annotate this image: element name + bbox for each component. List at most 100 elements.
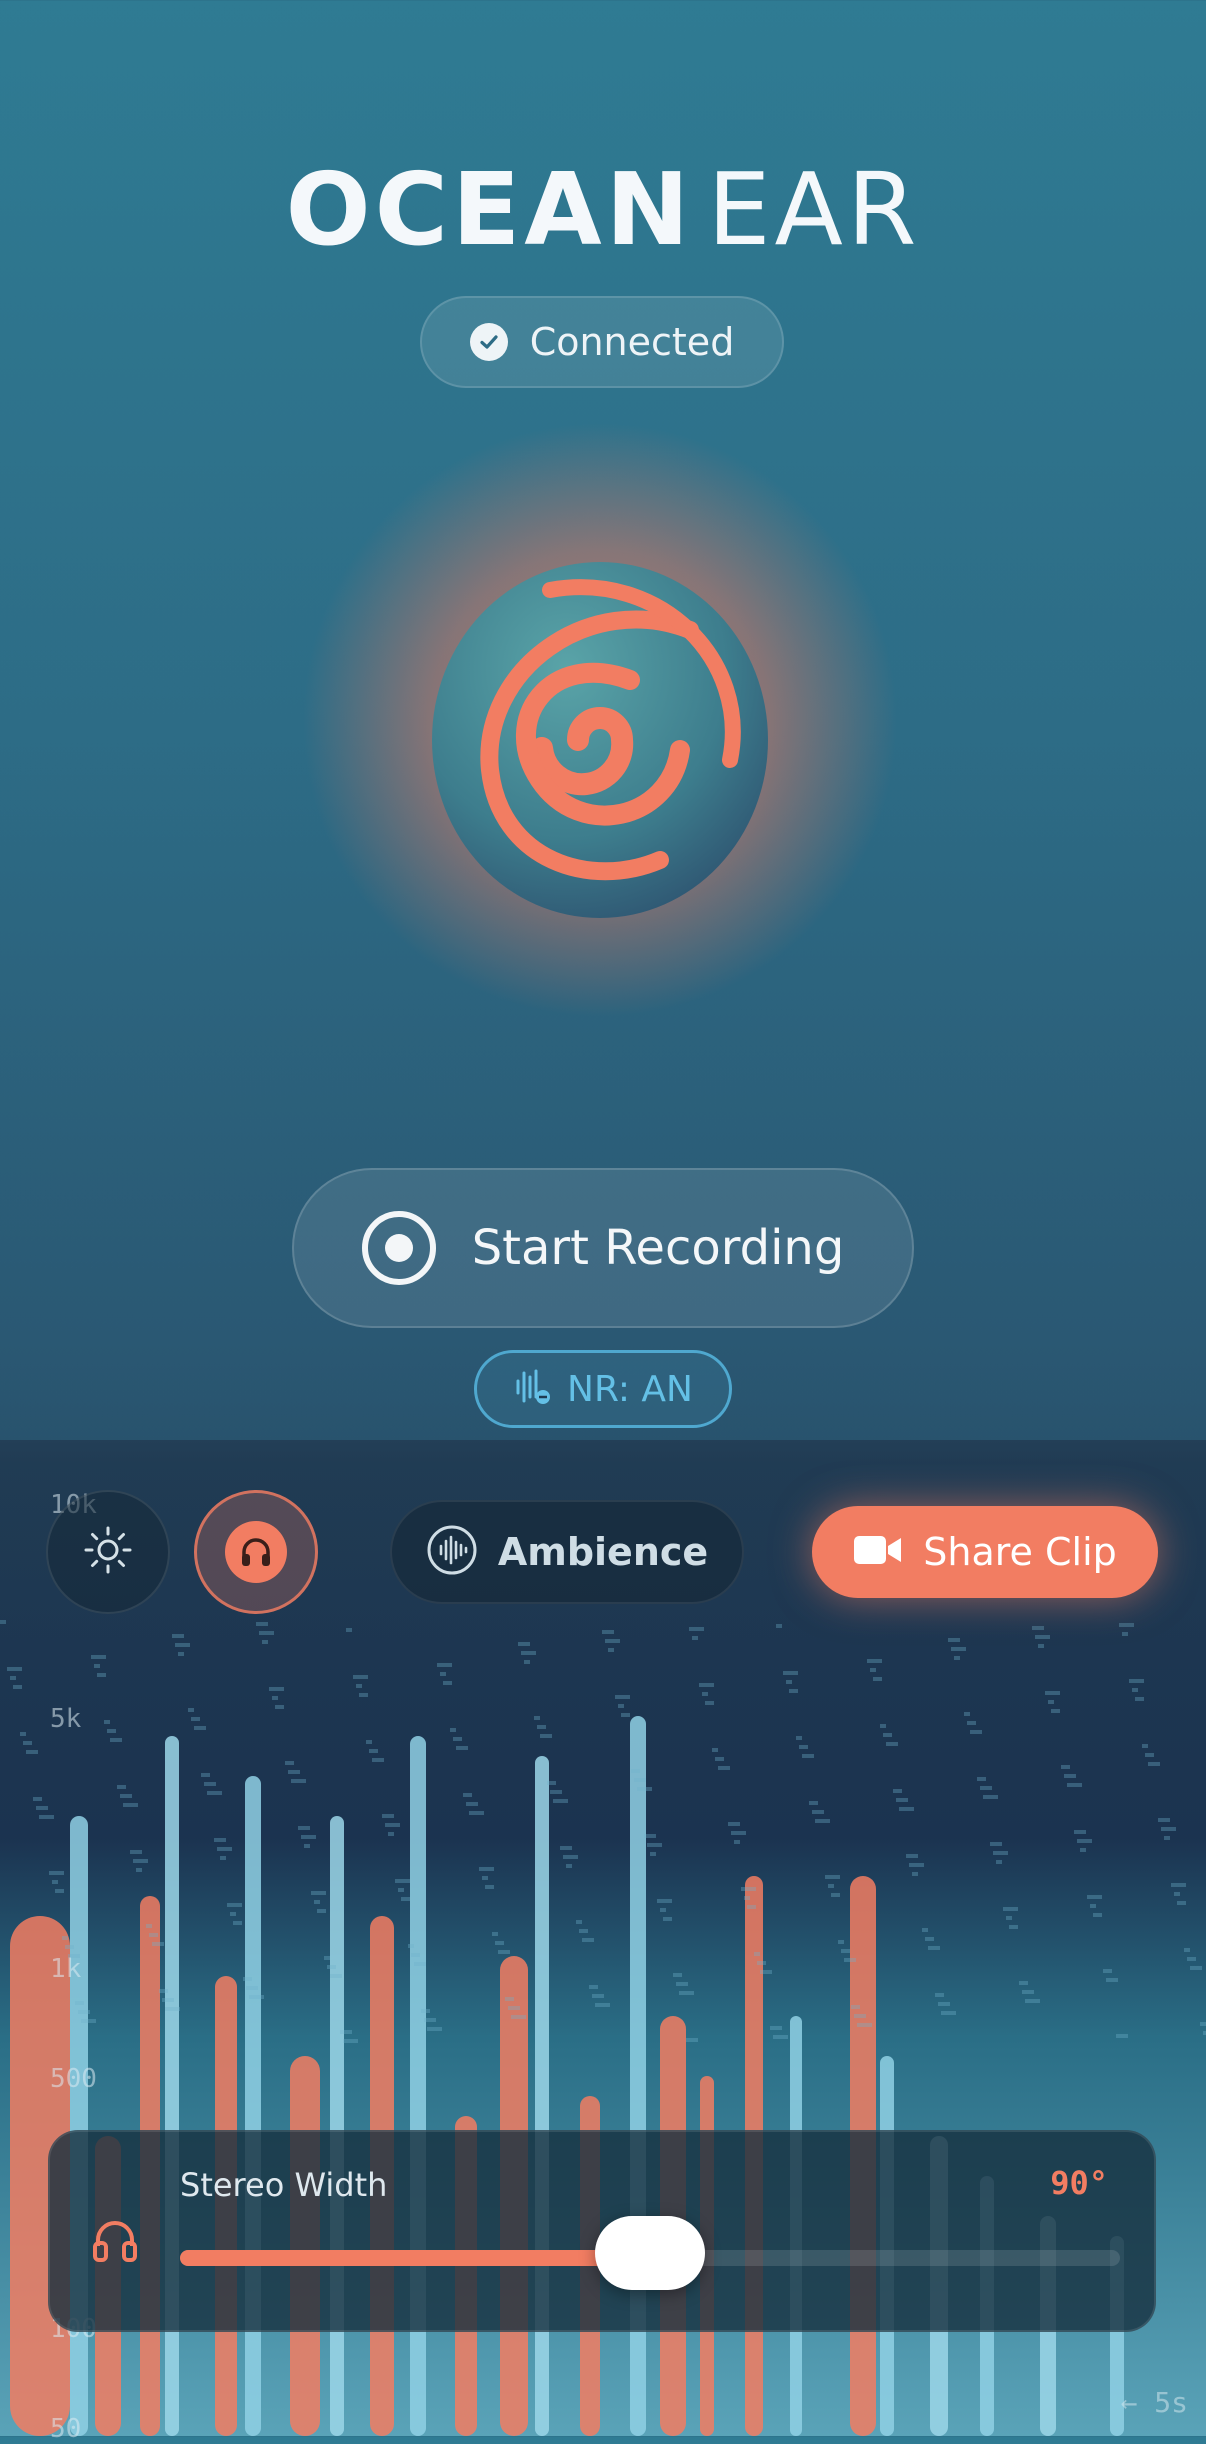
spectrogram-speckle (246, 1986, 258, 1990)
spectrogram-speckle (36, 1806, 48, 1810)
headphones-monitor-button[interactable] (194, 1490, 318, 1614)
spectrogram-speckle (304, 1844, 310, 1848)
spectrogram-speckle (851, 2005, 860, 2009)
spectrogram-speckle (233, 1921, 242, 1925)
spectrogram-speckle (311, 1891, 326, 1895)
spectrogram-speckle (13, 1685, 22, 1689)
spectrogram-speckle (812, 1810, 824, 1814)
time-window-label: ← 5s (1120, 2386, 1188, 2419)
start-recording-button[interactable]: Start Recording (292, 1168, 914, 1328)
waveform-minus-icon (513, 1367, 553, 1411)
spectrogram-speckle (718, 1766, 730, 1770)
stereo-width-value: 90° (1050, 2164, 1108, 2202)
spectrogram-speckle (343, 2039, 358, 2043)
check-icon (469, 323, 508, 361)
spectrogram-speckle (421, 2009, 430, 2013)
spectrogram-speckle (705, 1701, 714, 1705)
spectrogram-speckle (110, 1738, 122, 1742)
noise-reduction-chip[interactable]: NR: AN (474, 1350, 732, 1428)
spectrogram-speckle (938, 2002, 950, 2006)
freq-label-1k: 1k (50, 1954, 82, 1984)
spectrogram-speckle (744, 1896, 750, 1900)
app-title-light: EAR (707, 151, 921, 268)
spectrogram-speckle (731, 1831, 746, 1835)
spectrogram-speckle (204, 1782, 216, 1786)
spectrogram-speckle (579, 1929, 588, 1933)
spectrogram-speckle (899, 1807, 914, 1811)
slider-thumb[interactable] (595, 2216, 705, 2290)
spectrogram-speckle (249, 1995, 264, 1999)
sun-icon (82, 1524, 134, 1580)
spectrogram-speckle (540, 1734, 552, 1738)
spectrogram-speckle (550, 1790, 562, 1794)
spectrogram-speckle (996, 1860, 1002, 1864)
video-camera-icon (853, 1533, 903, 1571)
spectrogram-speckle (1158, 1818, 1170, 1822)
spectrogram-speckle (162, 1998, 174, 2002)
spectrogram-speckle (728, 1822, 740, 1826)
spectrogram-speckle (453, 1737, 462, 1741)
spectrogram-speckle (424, 2018, 436, 2022)
spectrogram-speckle (450, 1728, 456, 1732)
spectrogram-speckle (152, 1942, 164, 1946)
spectrogram-speckle (699, 1683, 714, 1687)
spectrogram-speckle (844, 1958, 856, 1962)
spectrogram-speckle (912, 1872, 918, 1876)
swirl-orb-logo (430, 560, 770, 920)
brightness-button[interactable] (46, 1490, 170, 1614)
spectrogram-speckle (857, 2023, 872, 2027)
spectrogram-speckle (466, 1802, 478, 1806)
spectrogram-speckle (880, 1724, 886, 1728)
spectrogram-speckle (340, 2030, 352, 2034)
spectrogram-speckle (660, 1908, 666, 1912)
spectrogram-speckle (1103, 1969, 1112, 1973)
spectrogram-speckle (178, 1652, 184, 1656)
spectrogram-speckle (524, 1660, 530, 1664)
spectrogram-speckle (437, 1663, 452, 1667)
spectrogram-speckle (770, 2026, 782, 2030)
stereo-width-slider[interactable] (180, 2216, 1120, 2290)
spectrogram-speckle (1164, 1836, 1170, 1840)
spectrogram-speckle (967, 1721, 976, 1725)
app-title: OCEAN EAR (0, 160, 1206, 260)
stereo-width-panel: Stereo Width 90° (48, 2130, 1156, 2332)
spectrogram-speckle (314, 1900, 320, 1904)
spectrogram-speckle (463, 1793, 472, 1797)
spectrogram-speckle (372, 1758, 384, 1762)
spectrogram-speckle (62, 1936, 68, 1940)
spectrogram-speckle (906, 1854, 918, 1858)
spectrogram-speckle (828, 1884, 834, 1888)
spectrogram-speckle (741, 1887, 756, 1891)
app-title-bold: OCEAN (285, 151, 694, 268)
spectrogram-speckle (262, 1640, 268, 1644)
spectrogram-speckle (366, 1740, 372, 1744)
spectrogram-speckle (883, 1733, 892, 1737)
spectrogram-speckle (547, 1781, 556, 1785)
spectrogram-speckle (146, 1924, 152, 1928)
spectrogram-speckle (867, 1659, 882, 1663)
spectrogram-speckle (1148, 1762, 1160, 1766)
spectrogram-speckle (941, 2011, 956, 2015)
spectrogram-speckle (288, 1770, 300, 1774)
spectrogram-speckle (702, 1692, 708, 1696)
spectrogram-speckle (896, 1798, 908, 1802)
spectrogram-streak (330, 1816, 344, 2436)
spectrogram-speckle (954, 1656, 960, 1660)
spectrogram-speckle (909, 1863, 924, 1867)
spectrogram-speckle (1048, 1700, 1054, 1704)
spectrogram-speckle (663, 1917, 672, 1921)
spectrogram-speckle (75, 2001, 84, 2005)
spectrogram-speckle (789, 1689, 798, 1693)
spectrogram-speckle (990, 1842, 1002, 1846)
spectrogram-speckle (443, 1681, 452, 1685)
spectrogram-speckle (518, 1642, 530, 1646)
spectrogram-speckle (427, 2027, 442, 2031)
share-clip-button[interactable]: Share Clip (812, 1506, 1158, 1598)
spectrogram-speckle (754, 1952, 760, 1956)
spectrogram-speckle (1077, 1839, 1092, 1843)
spectrogram-speckle (7, 1667, 22, 1671)
ambience-button[interactable]: Ambience (390, 1500, 744, 1604)
spectrogram-speckle (650, 1852, 656, 1856)
spectrogram-speckle (951, 1647, 966, 1651)
spectrogram-speckle (505, 1997, 514, 2001)
